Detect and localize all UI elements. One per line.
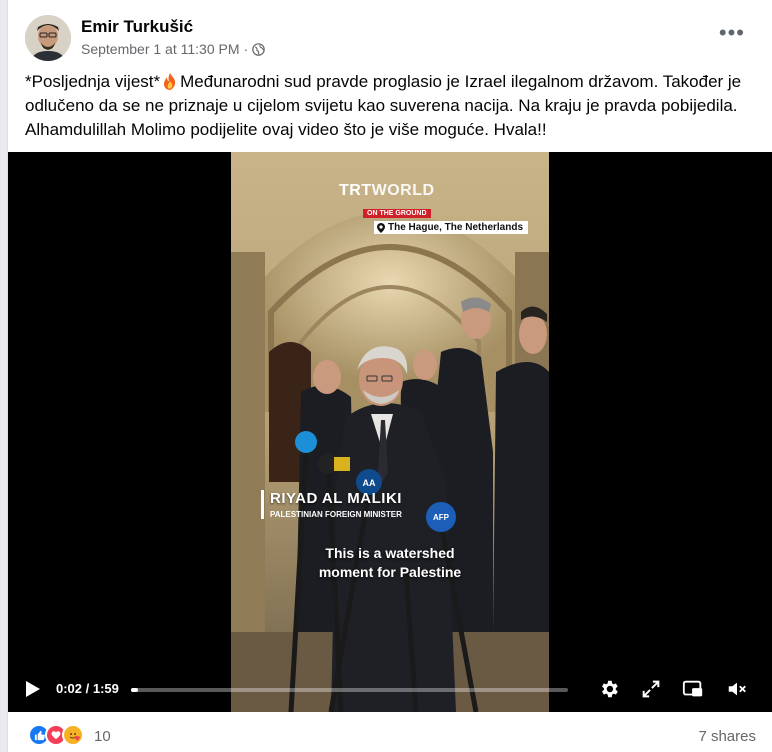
- location-tag: The Hague, The Netherlands: [374, 221, 529, 234]
- brand-trt: TRT: [339, 182, 372, 199]
- care-icon: [62, 724, 84, 746]
- post-text-headline: *Posljednja vijest*: [25, 72, 161, 91]
- avatar[interactable]: [25, 15, 71, 61]
- mic-label-afp: AFP: [433, 513, 450, 522]
- globe-icon: [252, 42, 265, 56]
- post-footer: 10 7 shares: [8, 712, 772, 752]
- video-player[interactable]: AA AFP TRTWORLD ON THE GROUND The Hague,…: [8, 152, 772, 712]
- location-pin-icon: [377, 222, 385, 233]
- video-frame: AA AFP TRTWORLD ON THE GROUND The Hague,…: [231, 152, 549, 712]
- trt-world-logo: TRTWORLD: [339, 182, 435, 200]
- time-separator: /: [82, 681, 93, 696]
- meta-separator: ·: [243, 41, 249, 57]
- avatar-photo: [25, 15, 71, 61]
- fullscreen-icon[interactable]: [640, 678, 662, 700]
- post-text: *Posljednja vijest* Međunarodni sud pravd…: [25, 70, 755, 142]
- location-text: The Hague, The Netherlands: [388, 222, 524, 233]
- video-caption: This is a watershed moment for Palestine: [231, 544, 549, 582]
- caption-line-2: moment for Palestine: [318, 564, 462, 580]
- post-meta: September 1 at 11:30 PM ·: [81, 41, 265, 57]
- post-timestamp[interactable]: September 1 at 11:30 PM: [81, 41, 240, 57]
- progress-fill: [131, 688, 139, 692]
- on-the-ground-tag: ON THE GROUND: [363, 209, 431, 218]
- author-name[interactable]: Emir Turkušić: [81, 17, 193, 37]
- reaction-summary[interactable]: [28, 724, 84, 746]
- mute-volume-icon[interactable]: [726, 678, 748, 700]
- picture-in-picture-icon[interactable]: [682, 678, 704, 700]
- shares-count[interactable]: 7 shares: [698, 728, 756, 745]
- video-controls: 0:02 / 1:59: [8, 664, 772, 712]
- speaker-lower-third: RIYAD AL MALIKI PALESTINIAN FOREIGN MINI…: [261, 490, 402, 519]
- time-display: 0:02 / 1:59: [56, 681, 119, 696]
- progress-bar[interactable]: [131, 688, 568, 692]
- caption-line-1: This is a watershed: [325, 545, 455, 561]
- video-scene: AA AFP: [231, 152, 549, 712]
- facebook-post: Emir Turkušić September 1 at 11:30 PM · …: [7, 0, 772, 752]
- fire-icon: [164, 73, 176, 90]
- brand-world: WORLD: [371, 182, 435, 199]
- mic-label-aa: AA: [363, 478, 376, 488]
- more-options-button[interactable]: •••: [719, 22, 745, 44]
- speaker-name: RIYAD AL MALIKI: [270, 490, 402, 507]
- current-time: 0:02: [56, 681, 83, 696]
- speaker-title: PALESTINIAN FOREIGN MINISTER: [270, 510, 402, 519]
- settings-gear-icon[interactable]: [598, 678, 620, 700]
- play-icon[interactable]: [25, 680, 41, 698]
- duration: 1:59: [92, 681, 119, 696]
- reaction-count[interactable]: 10: [94, 728, 111, 745]
